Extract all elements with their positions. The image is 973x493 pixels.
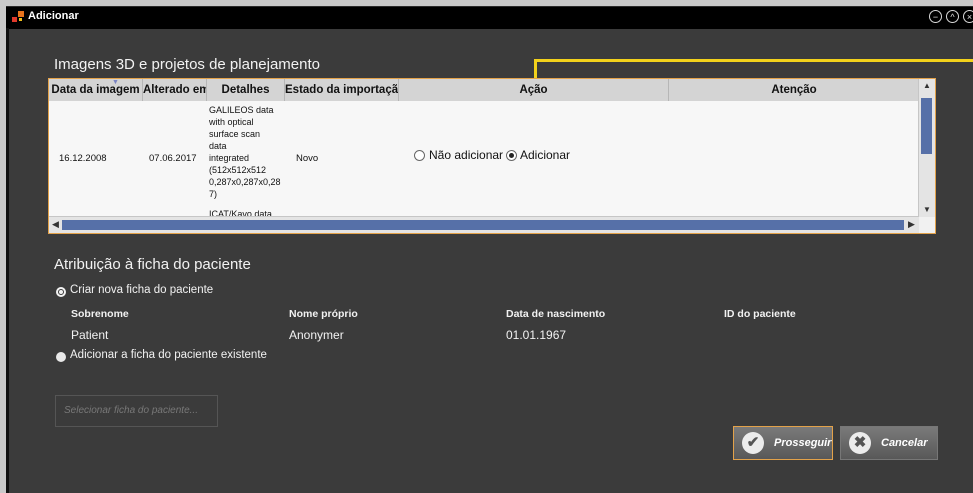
value-birth-date: 01.01.1967 bbox=[506, 328, 567, 342]
column-header-action[interactable]: Ação bbox=[399, 79, 669, 101]
sort-arrow-icon: ▼ bbox=[112, 79, 119, 86]
value-given-name: Anonymer bbox=[289, 328, 344, 342]
radio-not-add-label[interactable]: Não adicionar bbox=[429, 148, 503, 162]
select-patient-button[interactable]: Selecionar ficha do paciente... bbox=[55, 395, 218, 427]
radio-existing-patient[interactable] bbox=[56, 352, 66, 362]
cell-changed-date: 07.06.2017 bbox=[149, 153, 197, 164]
column-header-details[interactable]: Detalhes bbox=[207, 79, 285, 101]
radio-add[interactable] bbox=[506, 150, 517, 161]
scroll-right-icon[interactable]: ▶ bbox=[908, 219, 915, 230]
column-header-attention[interactable]: Atenção bbox=[669, 79, 919, 101]
radio-add-label[interactable]: Adicionar bbox=[520, 148, 570, 162]
column-header-changed[interactable]: Alterado em bbox=[143, 79, 207, 101]
minimize-button[interactable]: − bbox=[929, 10, 942, 23]
callout-line bbox=[534, 59, 973, 62]
label-patient-id: ID do paciente bbox=[724, 308, 796, 320]
radio-new-patient-label[interactable]: Criar nova ficha do paciente bbox=[70, 284, 213, 296]
label-birth-date: Data de nascimento bbox=[506, 308, 606, 320]
cell-details: GALILEOS data with optical surface scan … bbox=[209, 105, 281, 219]
label-surname: Sobrenome bbox=[71, 308, 129, 320]
column-header-import-status[interactable]: Estado da importação bbox=[285, 79, 399, 101]
column-header-image-date[interactable]: Data da imagem ▼ bbox=[49, 79, 143, 101]
maximize-button[interactable]: ^ bbox=[946, 10, 959, 23]
cancel-x-icon: ✖ bbox=[849, 432, 871, 454]
left-border bbox=[6, 28, 9, 493]
label-given-name: Nome próprio bbox=[289, 308, 358, 320]
images-table: Data da imagem ▼ Alterado em Detalhes Es… bbox=[48, 78, 936, 234]
close-button[interactable]: × bbox=[963, 10, 973, 23]
patient-section-heading: Atribuição à ficha do paciente bbox=[54, 256, 251, 273]
cancel-button[interactable]: ✖ Cancelar bbox=[840, 426, 938, 460]
table-row[interactable]: 16.12.2008 07.06.2017 GALILEOS data with… bbox=[49, 101, 919, 219]
app-logo-icon bbox=[12, 11, 24, 22]
scroll-down-icon[interactable]: ▼ bbox=[923, 205, 931, 214]
cell-import-status: Novo bbox=[296, 153, 319, 164]
radio-not-add[interactable] bbox=[414, 150, 425, 161]
cell-image-date: 16.12.2008 bbox=[59, 153, 107, 164]
radio-new-patient[interactable] bbox=[56, 287, 66, 297]
images-section-heading: Imagens 3D e projetos de planejamento bbox=[54, 56, 321, 73]
window-title: Adicionar bbox=[28, 10, 79, 22]
checkmark-icon: ✔ bbox=[742, 432, 764, 454]
scroll-left-icon[interactable]: ◀ bbox=[52, 219, 59, 230]
scroll-up-icon[interactable]: ▲ bbox=[923, 81, 931, 90]
table-header: Data da imagem ▼ Alterado em Detalhes Es… bbox=[49, 79, 919, 101]
vertical-scroll-thumb[interactable] bbox=[921, 98, 932, 154]
title-bar: Adicionar − ^ × bbox=[6, 6, 973, 29]
vertical-scrollbar[interactable]: ▲ ▼ bbox=[918, 79, 935, 217]
value-surname: Patient bbox=[71, 328, 109, 342]
horizontal-scrollbar[interactable]: ◀ ▶ bbox=[49, 216, 919, 233]
horizontal-scroll-thumb[interactable] bbox=[62, 220, 904, 230]
radio-existing-patient-label[interactable]: Adicionar a ficha do paciente existente bbox=[70, 349, 267, 361]
proceed-button[interactable]: ✔ Prosseguir bbox=[733, 426, 833, 460]
